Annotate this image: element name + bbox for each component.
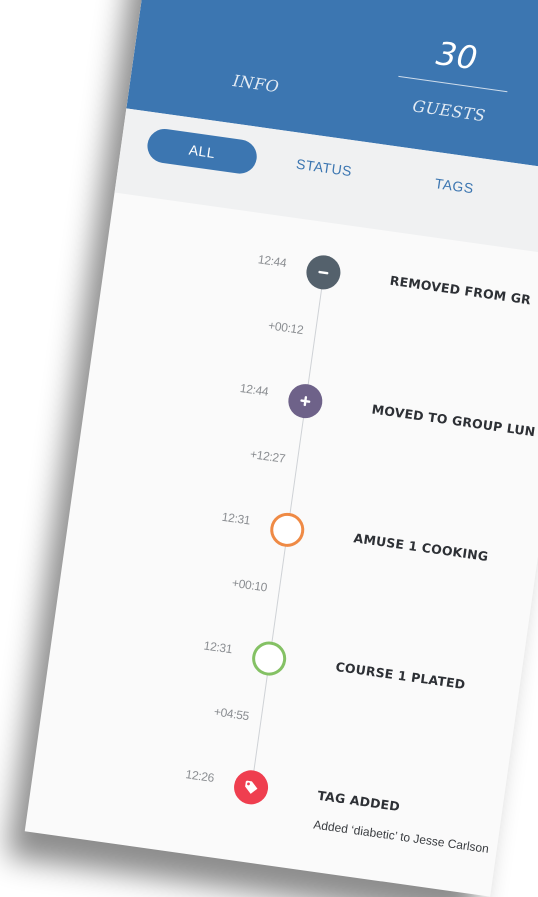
event-delta: +00:12 — [267, 318, 305, 338]
event-delta: +04:55 — [213, 704, 250, 724]
minus-icon — [304, 253, 343, 292]
ring-icon — [268, 510, 307, 550]
tab-guests[interactable]: GUESTS — [393, 94, 505, 128]
event-description: Added ‘diabetic’ to Jesse Carlson — [312, 817, 490, 856]
plus-icon — [286, 381, 325, 421]
tag-icon — [231, 768, 271, 807]
event-delta: +12:27 — [249, 447, 287, 466]
event-time: 12:31 — [202, 638, 234, 657]
event-time: 12:44 — [239, 380, 270, 399]
event-delta: +00:10 — [231, 575, 268, 595]
guest-count: 30 — [434, 34, 480, 78]
event-title: COURSE 1 PLATED — [334, 658, 467, 693]
app-screen: 30 INFO GUESTS ALL STATUS TAGS 12:44 REM… — [24, 0, 538, 897]
event-time: 12:44 — [257, 252, 288, 271]
event-title: MOVED TO GROUP LUN — [370, 401, 537, 440]
event-title: AMUSE 1 COOKING — [352, 530, 490, 564]
event-time: 12:26 — [184, 767, 215, 785]
ring-icon — [249, 639, 289, 678]
event-title: TAG ADDED — [316, 787, 401, 815]
event-time: 12:31 — [220, 509, 252, 528]
tab-info[interactable]: INFO — [200, 67, 312, 101]
event-title: REMOVED FROM GR — [388, 272, 532, 308]
